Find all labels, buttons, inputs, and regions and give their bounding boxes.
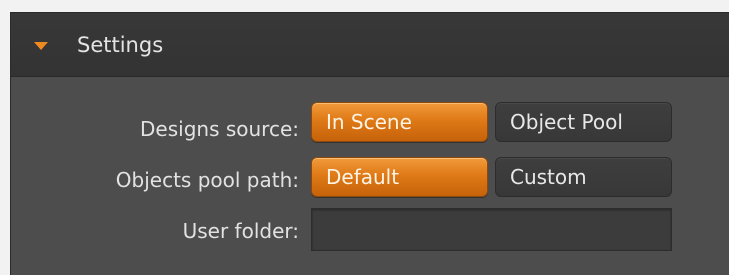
settings-panel: Settings Designs source: In Scene Object… <box>10 12 729 275</box>
settings-section-header[interactable]: Settings <box>11 13 729 77</box>
in-scene-button[interactable]: In Scene <box>311 102 488 142</box>
section-title: Settings <box>77 33 164 57</box>
user-folder-label: User folder: <box>182 219 299 243</box>
triangle-down-icon[interactable] <box>34 42 48 50</box>
designs-source-label: Designs source: <box>140 117 299 141</box>
custom-path-button[interactable]: Custom <box>495 157 672 197</box>
object-pool-button[interactable]: Object Pool <box>495 102 672 142</box>
window-frame: Settings Designs source: In Scene Object… <box>0 0 729 275</box>
default-path-button[interactable]: Default <box>311 157 488 197</box>
objects-pool-path-label: Objects pool path: <box>115 168 299 192</box>
user-folder-field[interactable] <box>311 208 672 251</box>
